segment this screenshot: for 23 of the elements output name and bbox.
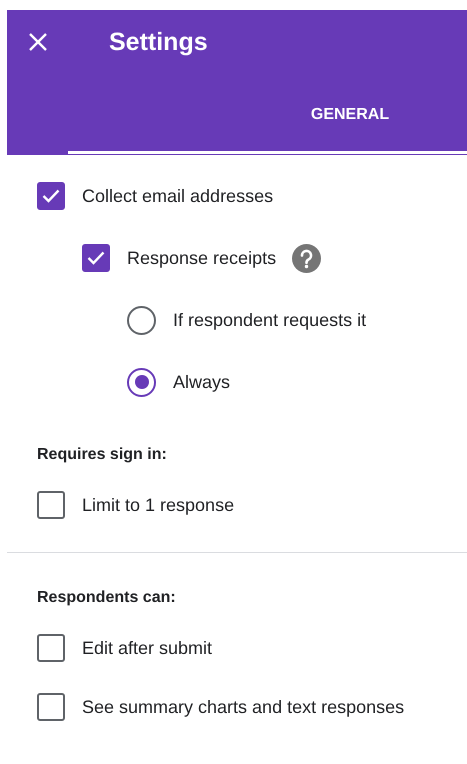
section-heading: Requires sign in:	[37, 445, 168, 465]
option-label: See summary charts and text responses	[82, 696, 404, 718]
section-heading: Respondents can:	[37, 588, 177, 608]
check-icon	[42, 189, 60, 203]
window-title: Settings	[109, 28, 208, 56]
tab[interactable]: GENERAL	[68, 74, 467, 154]
checkbox[interactable]	[37, 693, 65, 721]
close-icon	[28, 32, 48, 52]
option-label: Always	[173, 372, 230, 392]
close-button[interactable]	[28, 32, 48, 52]
option-label: Collect email addresses	[82, 186, 274, 206]
option-label: Edit after submit	[82, 638, 212, 658]
radio-button[interactable]	[127, 306, 156, 334]
check-icon	[87, 251, 105, 265]
option-label: If respondent requests it	[173, 310, 366, 330]
checkbox[interactable]	[82, 244, 110, 272]
checkbox[interactable]	[37, 182, 65, 210]
help-icon[interactable]	[292, 244, 322, 272]
option-label: Response receipts	[127, 248, 276, 268]
checkbox[interactable]	[37, 491, 65, 519]
radio-button[interactable]	[127, 368, 156, 396]
checkbox[interactable]	[37, 634, 65, 662]
option-label: Limit to 1 response	[82, 494, 234, 516]
